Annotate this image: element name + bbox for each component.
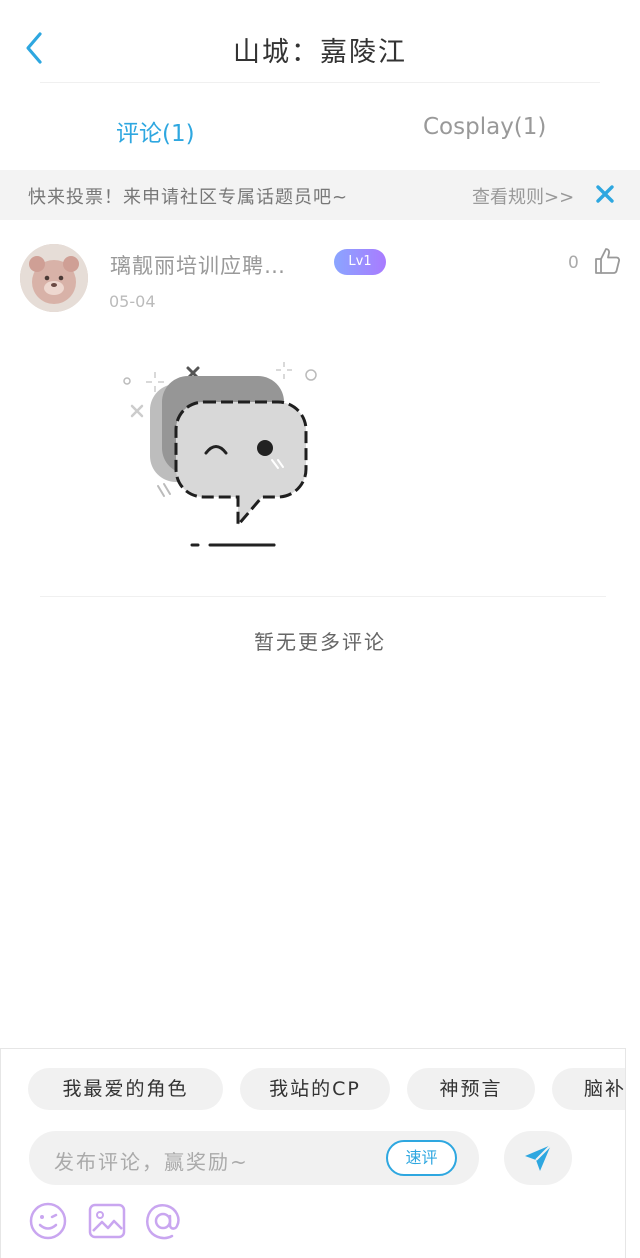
avatar[interactable] xyxy=(20,244,88,312)
notice-bar: 快来投票！来申请社区专属话题员吧~ 查看规则>> xyxy=(0,170,640,220)
emoji-button[interactable] xyxy=(28,1201,68,1241)
tab-comments[interactable]: 评论(1) xyxy=(116,114,195,148)
mention-button[interactable] xyxy=(143,1201,183,1241)
view-rules-link[interactable]: 查看规则>> xyxy=(472,183,574,209)
comment-input-placeholder: 发布评论，赢奖励~ xyxy=(54,1150,249,1174)
avatar-bear-image xyxy=(20,244,88,312)
thumbs-up-icon xyxy=(595,248,621,274)
content-divider xyxy=(40,596,606,597)
header: 山城：嘉陵江 xyxy=(0,0,640,96)
empty-state-illustration xyxy=(110,350,360,565)
image-button[interactable] xyxy=(87,1201,127,1241)
notice-text: 快来投票！来申请社区专属话题员吧~ xyxy=(28,187,349,208)
like-count: 0 xyxy=(568,253,579,273)
image-icon xyxy=(88,1203,126,1239)
quick-review-button[interactable]: 速评 xyxy=(386,1140,457,1176)
comment-date: 05-04 xyxy=(109,292,156,311)
comment-composer: 我最爱的角色 我站的CP 神预言 脑补 发布评论，赢奖励~ 速评 xyxy=(0,1048,626,1258)
tab-bar: 评论(1) Cosplay(1) xyxy=(0,96,640,168)
close-icon xyxy=(596,185,614,203)
comment-input[interactable]: 发布评论，赢奖励~ 速评 xyxy=(29,1131,479,1185)
no-more-comments-text: 暂无更多评论 xyxy=(254,630,386,654)
like-button[interactable] xyxy=(592,246,622,276)
notice-close-button[interactable] xyxy=(594,183,616,205)
topic-chip[interactable]: 脑补 xyxy=(552,1068,625,1110)
topic-chip[interactable]: 神预言 xyxy=(407,1068,535,1110)
topic-chip[interactable]: 我站的CP xyxy=(240,1068,390,1110)
speech-bubble-wink-icon xyxy=(123,362,317,547)
send-icon xyxy=(525,1144,552,1171)
smiley-icon xyxy=(29,1202,67,1240)
level-badge: Lv1 xyxy=(334,249,386,275)
at-icon xyxy=(146,1204,180,1240)
header-divider xyxy=(40,82,600,83)
send-button[interactable] xyxy=(504,1131,572,1185)
comment-item: 璃靓丽培训应聘… Lv1 05-04 0 xyxy=(0,240,640,320)
topic-chip[interactable]: 我最爱的角色 xyxy=(28,1068,223,1110)
page-title: 山城：嘉陵江 xyxy=(233,37,407,68)
comment-username[interactable]: 璃靓丽培训应聘… xyxy=(110,250,286,280)
tab-cosplay[interactable]: Cosplay(1) xyxy=(423,114,546,140)
